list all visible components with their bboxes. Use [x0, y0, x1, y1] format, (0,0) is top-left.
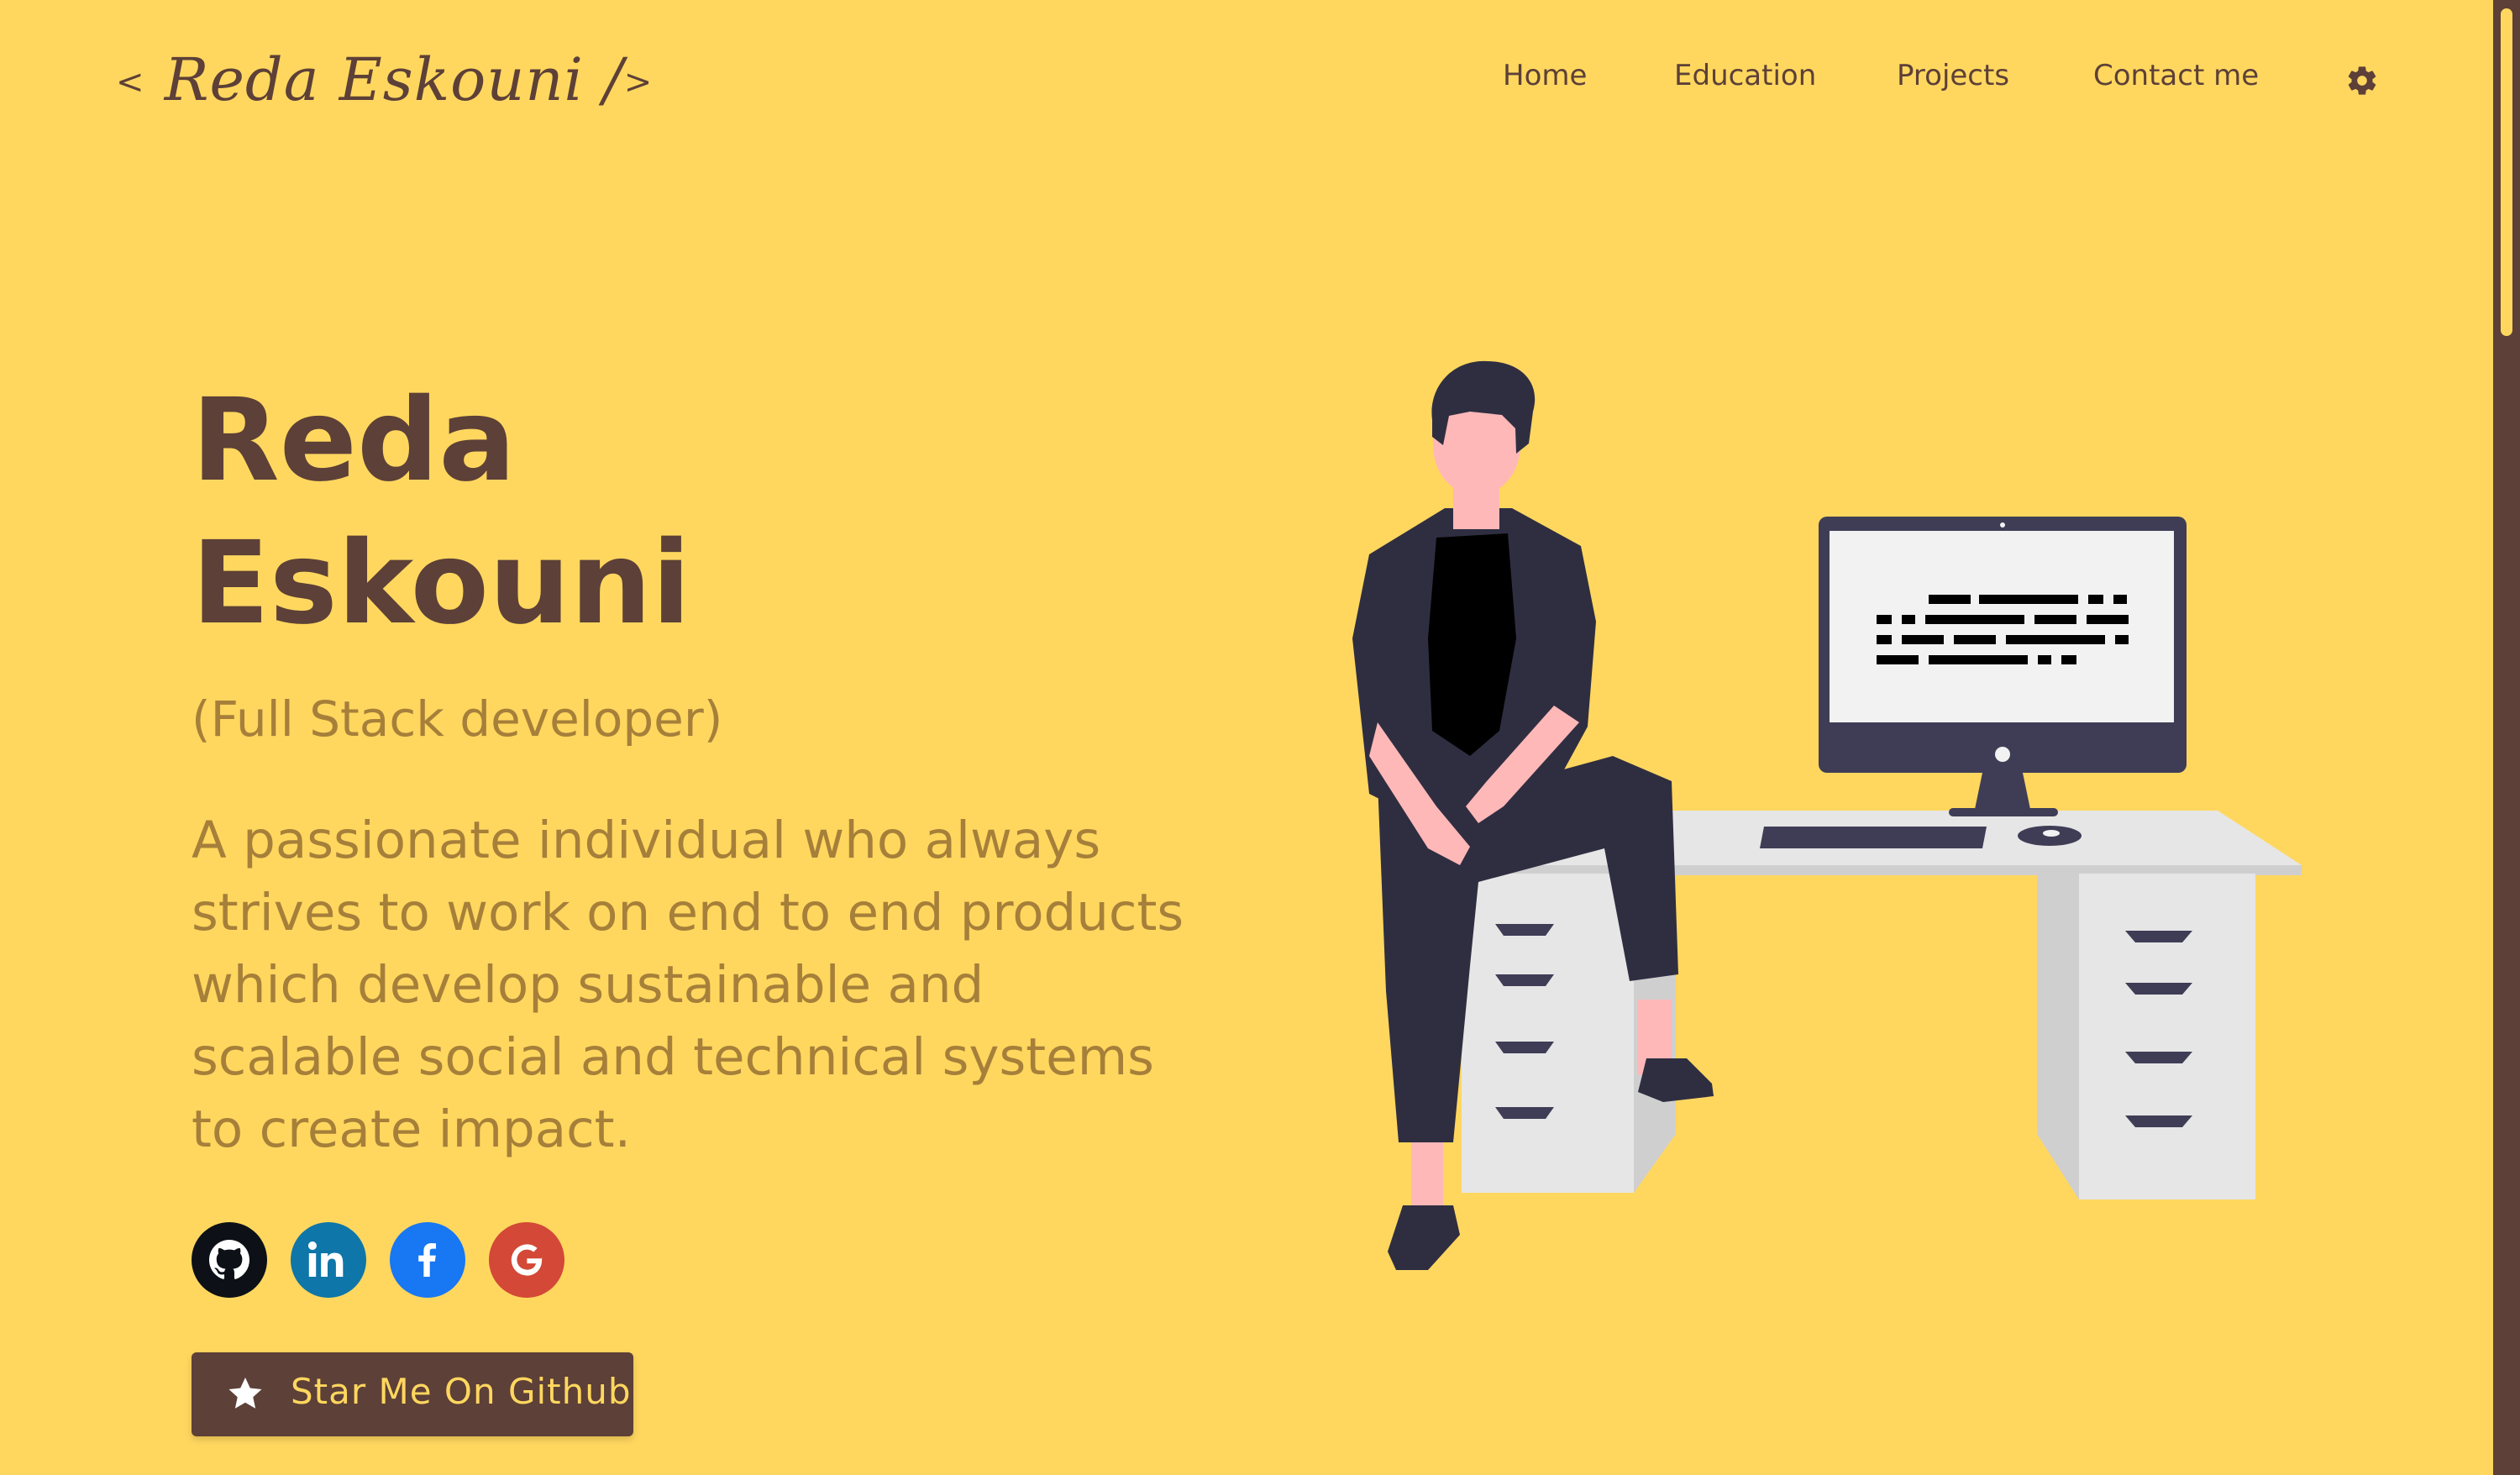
- hero-bio: A passionate individual who always striv…: [192, 811, 1184, 1159]
- star-on-github-button[interactable]: Star Me On Github: [192, 1352, 633, 1436]
- star-button-label: Star Me On Github: [291, 1371, 632, 1412]
- linkedin-icon: [308, 1241, 344, 1277]
- gear-icon: [2348, 66, 2376, 95]
- hero-name: Reda Eskouni: [192, 370, 690, 655]
- nav-projects[interactable]: Projects: [1897, 59, 2009, 92]
- github-icon: [209, 1240, 249, 1279]
- github-link[interactable]: [192, 1222, 267, 1298]
- facebook-link[interactable]: [390, 1222, 465, 1298]
- hero-subtitle: (Full Stack developer): [192, 690, 723, 748]
- nav-contact-me[interactable]: Contact me: [2093, 59, 2259, 92]
- main-nav: Home Education Projects Contact me: [0, 59, 2520, 109]
- developer-desk-illustration: [1352, 360, 2302, 1270]
- scrollbar-thumb[interactable]: [2501, 8, 2512, 336]
- facebook-icon: [418, 1243, 436, 1277]
- hero-name-line2: Eskouni: [192, 517, 691, 650]
- theme-toggle-button[interactable]: [2345, 64, 2379, 97]
- google-icon: [511, 1244, 543, 1276]
- nav-home[interactable]: Home: [1503, 59, 1587, 92]
- nav-education[interactable]: Education: [1674, 59, 1816, 92]
- page-scrollbar[interactable]: [2493, 0, 2520, 1475]
- google-link[interactable]: [489, 1222, 564, 1298]
- star-icon: [228, 1378, 262, 1409]
- linkedin-link[interactable]: [291, 1222, 366, 1298]
- hero-name-line1: Reda: [192, 375, 517, 507]
